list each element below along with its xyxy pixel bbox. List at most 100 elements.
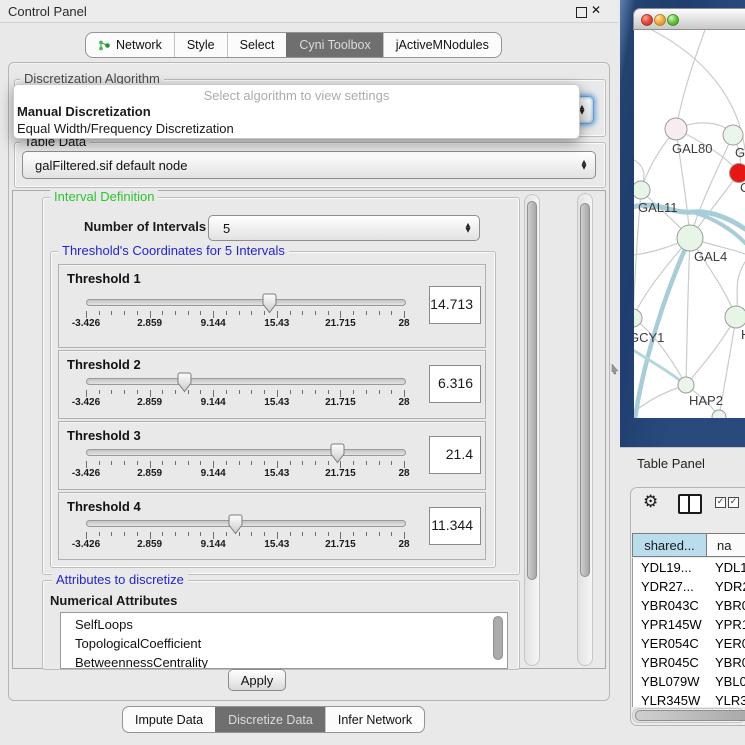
slider-tick [111,532,112,536]
network-node-hap2[interactable] [678,377,694,393]
numerical-attributes-label: Numerical Attributes [50,593,177,608]
zoom-window-icon[interactable] [668,15,679,26]
network-edge [676,30,705,129]
outer-vertical-scrollbar-thumb[interactable] [580,203,590,577]
threshold-slider-thumb[interactable] [228,514,243,535]
slider-tick [162,390,163,394]
threshold-value-field[interactable]: 11.344 [429,507,481,545]
network-node-h[interactable] [725,306,745,328]
threshold-slider-track[interactable] [86,378,406,385]
table-cell[interactable]: YBL07 [715,672,745,691]
column-header-na[interactable]: na [706,533,745,557]
slider-tick [251,311,252,315]
network-node-gal80[interactable] [665,118,687,140]
horizontal-scrollbar-thumb[interactable] [635,710,745,721]
threshold-slider-thumb[interactable] [330,443,345,464]
dropdown-option-manual-discretization[interactable]: Manual Discretization [17,104,151,119]
threshold-value-field[interactable]: 21.4 [429,436,481,474]
close-icon[interactable]: ✕ [591,3,601,17]
table-cell[interactable]: YBR045C [641,653,713,672]
gear-icon[interactable]: ⚙ [643,492,658,512]
tab-impute-data[interactable]: Impute Data [123,707,215,732]
slider-tick [353,311,354,315]
network-node-gal4[interactable] [677,225,703,251]
minimize-window-icon[interactable] [655,15,666,26]
threshold-panel-1: Threshold 1-3.4262.8599.14415.4321.71528… [58,264,486,348]
column-header-shared-[interactable]: shared... [632,533,707,557]
threshold-slider-track[interactable] [86,449,406,456]
slider-tick [315,390,316,394]
tab-select[interactable]: Select [227,33,287,57]
slider-tick [188,461,189,465]
application-window: Control Panel ✕ NetworkStyleSelectCyni T… [0,0,745,745]
attributes-group-title: Attributes to discretize [52,573,188,587]
table-body[interactable]: YDL19...YDL19YDR27...YDR27YBR043CYBR04YP… [632,558,745,707]
tab-cyni-toolbox[interactable]: Cyni Toolbox [286,33,382,57]
slider-tick [328,311,329,315]
table-cell[interactable]: YER05 [715,634,745,653]
threshold-slider-thumb[interactable] [177,372,192,393]
slider-tick [239,390,240,394]
network-canvas[interactable]: GAL80GACGAL11GAL4GCY1HHAP2 [634,30,745,418]
table-cell[interactable]: YDR27... [641,577,713,596]
table-cell[interactable]: YPR14 [715,615,745,634]
slider-tick [404,390,405,397]
table-cell[interactable]: YBR04 [715,596,745,615]
threshold-value-field[interactable]: 14.713 [429,286,481,324]
inner-vertical-scrollbar-thumb[interactable] [527,201,537,580]
threshold-value-field[interactable]: 6.316 [429,365,481,403]
apply-button[interactable]: Apply [228,669,286,691]
slider-tick [226,461,227,465]
table-cell[interactable]: YPR145W [641,615,713,634]
list-item-selfloops[interactable]: SelfLoops [75,615,133,634]
tab-network[interactable]: Network [86,33,174,57]
threshold-label: Threshold 1 [67,271,141,286]
float-window-icon[interactable] [576,7,587,18]
list-item-betweennesscentrality[interactable]: BetweennessCentrality [75,653,208,669]
horizontal-scrollbar[interactable] [632,708,745,723]
window-traffic-lights [640,12,690,28]
dropdown-prompt: Select algorithm to view settings [14,88,579,103]
list-scrollbar-thumb[interactable] [493,616,503,660]
inner-vertical-scrollbar[interactable] [524,194,540,666]
network-node-gal11[interactable] [634,181,650,199]
threshold-slider-track[interactable] [86,520,406,527]
table-cell[interactable]: YDL19 [715,558,745,577]
tab-discretize-data[interactable]: Discretize Data [215,707,325,732]
threshold-slider-thumb[interactable] [262,293,277,314]
close-window-icon[interactable] [642,15,653,26]
tab-label: Discretize Data [228,713,313,727]
network-window-titlebar[interactable] [633,8,745,30]
table-cell[interactable]: YBL079W [641,672,713,691]
table-data-combobox[interactable]: galFiltered.sif default node ▲▼ [22,151,596,179]
numerical-attributes-list[interactable]: SelfLoopsTopologicalCoefficientBetweenne… [60,612,508,669]
checkbox-icon[interactable]: ✓ [728,497,739,508]
tab-jactivemnodules[interactable]: jActiveMNodules [383,33,501,57]
tab-infer-network[interactable]: Infer Network [325,707,424,732]
network-node-ga[interactable] [723,125,743,145]
slider-tick-label: 9.144 [201,468,226,479]
tab-style[interactable]: Style [174,33,227,57]
number-of-intervals-combobox[interactable]: 5 ▲▼ [208,215,480,241]
split-panel-icon[interactable] [678,494,702,514]
table-cell[interactable]: YDL19... [641,558,713,577]
table-cell[interactable]: YBR04 [715,653,745,672]
slider-tick [150,461,151,468]
table-cell[interactable]: YER054C [641,634,713,653]
outer-vertical-scrollbar[interactable] [577,193,593,666]
table-cell[interactable]: YDR27 [715,577,745,596]
table-cell[interactable]: YBR043C [641,596,713,615]
checkbox-icon[interactable]: ✓ [715,497,726,508]
table-cell[interactable]: YLR345W [641,691,713,707]
threshold-panel-4: Threshold 4-3.4262.8599.14415.4321.71528… [58,492,486,560]
slider-tick [404,532,405,539]
slider-tick [175,461,176,465]
table-cell[interactable]: YLR34 [715,691,745,707]
tab-label: Cyni Toolbox [299,38,370,52]
network-node-label: GA [735,145,745,160]
slider-tick [226,532,227,536]
list-item-topologicalcoefficient[interactable]: TopologicalCoefficient [75,634,201,653]
slider-tick [150,390,151,397]
dropdown-option-equal-width-frequency-discretization[interactable]: Equal Width/Frequency Discretization [17,121,234,136]
threshold-slider-track[interactable] [86,299,406,306]
